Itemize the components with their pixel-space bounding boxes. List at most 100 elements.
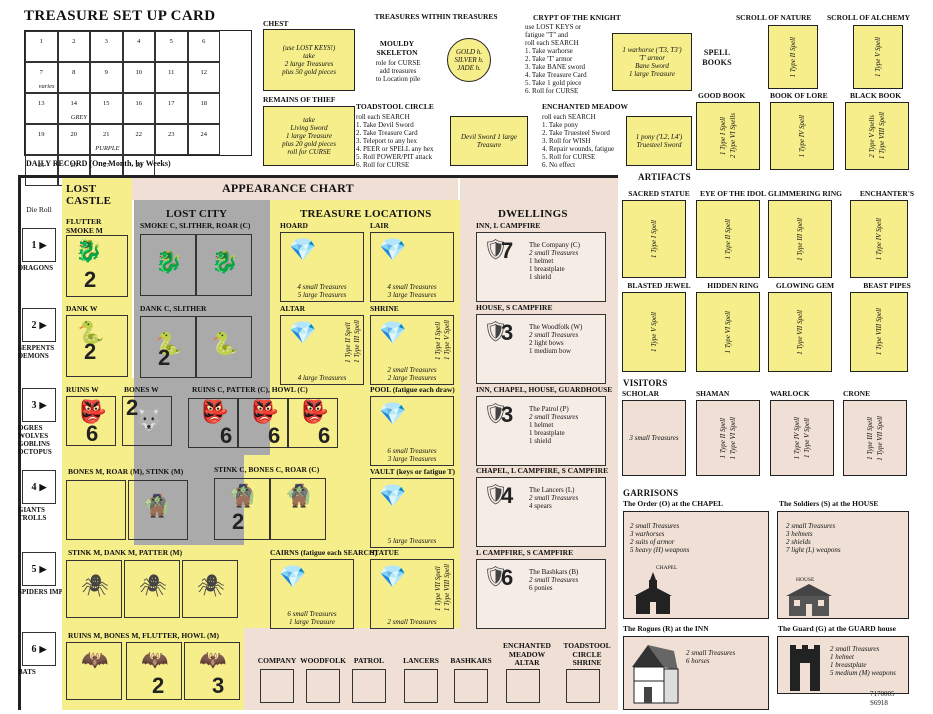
day-number: 20 [70,131,78,138]
meadow-line: 3. Roll for WISH [542,137,591,145]
counter-6: 6 [318,423,331,448]
day-number: 7 [39,69,43,76]
daily-record-cell[interactable]: 22 [122,124,155,155]
good-book-box: 1 Type I Spell 2 Type VI Spells [696,102,760,170]
daily-record-cell[interactable]: 14 GREY [57,93,90,124]
toadstool-line: 5. Roll POWER/PIT attack [356,153,433,161]
altar-text: 4 large Treasures [283,374,361,382]
shrine-line: 2 small Treasures [387,366,437,374]
lost-castle-row3b-label: BONES W [124,385,159,394]
artifact-box: 1 Type VII Spell [768,292,832,372]
daily-record-cell[interactable]: 8 [57,62,90,93]
dwelling-counter: 3 [501,402,514,427]
daily-record-cell[interactable]: 13 [25,93,58,124]
day-note: varies [38,83,55,90]
daily-record-cell[interactable]: 10 [122,62,155,93]
daily-record-cell[interactable]: 3 [90,31,123,62]
dwelling-box: 🛡 6 The Bashkars (B) 2 small Treasures 6 pon… [476,559,606,629]
dwelling-line: 1 shield [529,273,551,281]
daily-record-cell[interactable]: 20 [57,124,90,155]
black-book-text-1: 2 Type V Spells [868,114,876,158]
daily-record-cell[interactable]: 4 [122,31,155,62]
die-roll-button[interactable]: 1 ▶ [22,228,56,262]
troll-icon: 🧌 [285,483,313,508]
treasure-icon: 💎 [379,564,407,589]
pool-line: 6 small Treasures [387,447,437,455]
die-roll-button[interactable]: 5 ▶ [22,552,56,586]
daily-record-cell[interactable]: 16 [122,93,155,124]
die-roll-button[interactable]: 4 ▶ [22,470,56,504]
daily-record-cell[interactable]: 1 [25,31,58,62]
daily-record-cell[interactable]: 5 [155,31,188,62]
day-number: 18 [200,100,208,107]
die-roll-button[interactable]: 2 ▶ [22,308,56,342]
guard-line: 1 breastplate [830,661,867,669]
daily-record-label: DAILY RECORD (One Month, by Weeks) [26,159,171,168]
day-note: GREY [70,114,87,121]
daily-record-cell[interactable]: 18 [187,93,220,124]
altar-title: ALTAR [280,304,306,313]
treasure-icon: 💎 [379,320,407,345]
dwelling-line: 1 breastplate [529,429,565,437]
daily-record-cell[interactable]: 24 [187,124,220,155]
garrisons-label: GARRISONS [623,488,679,498]
daily-record-cell[interactable]: 7 varies [25,62,58,93]
book-lore-text: 1 Type IV Spell [798,114,806,158]
daily-record-cell[interactable]: 21 PURPLE [90,124,123,155]
meadow-line: 6. No effect [542,161,576,169]
visitor-title: SHAMAN [696,389,730,398]
daily-record-cell[interactable]: 2 [57,31,90,62]
visitors-label: VISITORS [623,378,668,388]
crypt-line: 5. Take 1 gold piece [525,79,582,87]
counter-6: 6 [86,421,99,446]
die-roll-button[interactable]: 6 ▶ [22,632,56,666]
chest-line: take [303,52,315,60]
bat-icon: 🦇 [81,647,109,672]
day-number: 4 [137,38,141,45]
card-title: TREASURE SET UP CARD [24,8,216,24]
daily-record-cell[interactable]: 23 [155,124,188,155]
day-number: 8 [72,69,76,76]
guard-line: 5 medium (M) weapons [830,669,896,677]
daily-record-cell[interactable]: 9 [90,62,123,93]
bottom-slot-label: ENCHANTED MEADOW ALTAR [503,641,551,667]
pool-title: POOL (fatigue each draw) [370,385,455,394]
meadow-box-line: Truesteel Sword [636,141,682,149]
lost-castle-cell-5: 🕷 [66,560,122,618]
counter-2: 2 [126,395,139,420]
shrine-spell: 1 Type V Spell [443,320,451,360]
dwelling-line: 2 small Treasures [529,331,579,339]
vault-text: 5 large Treasures [373,537,451,545]
day-number: 6 [202,38,206,45]
artifact-box: 1 Type VIII Spell [850,292,908,372]
die-roll-button[interactable]: 3 ▶ [22,388,56,422]
order-lines: 2 small Treasures 3 warhorses 2 suits of a… [630,522,689,554]
daily-record-cell[interactable]: 12 [187,62,220,93]
artifact-title: BLASTED JEWEL [627,281,691,290]
crypt-line: 4. Take Treasure Card [525,71,587,79]
artifact-box: 1 Type I Spell [622,200,686,278]
daily-record-cell[interactable]: 15 [90,93,123,124]
lost-castle-cell-2: 🐍 [66,315,128,377]
altar-spell: 1 Type II Spell [344,322,352,363]
die-roll-label: Die Roll [26,205,52,214]
artifact-title: GLOWING GEM [775,281,835,290]
daily-record-cell[interactable]: 11 [155,62,188,93]
treasure-icon: 💎 [279,564,307,589]
shrine-box: 2 small Treasures 2 large Treasures 1 Type… [370,315,454,385]
guard-line: 2 small Treasures [830,645,880,653]
daily-record-cell[interactable]: 17 [155,93,188,124]
lost-city-cell-2: 🐍 [196,316,252,378]
scroll-alchemy-box: 1 Type V Spell [853,25,903,89]
mouldy-line: role for CURSE [375,59,421,67]
chapel-label: CHAPEL [656,565,678,571]
lost-city-cell-4: 🧌 [270,478,326,540]
daily-record-cell[interactable]: 6 [187,31,220,62]
code-2: S6918 [870,699,888,707]
pool-box: 6 small Treasures 3 large Treasures 💎 [370,396,454,466]
rogues-lines: 2 small Treasures 6 horses [686,649,735,665]
shrine-spells: 1 Type I Spell 1 Type V Spell [434,320,451,360]
hoard-line: 5 large Treasures [297,291,347,299]
daily-record-cell[interactable]: 19 [25,124,58,155]
arrow-icon: ▶ [39,399,47,410]
